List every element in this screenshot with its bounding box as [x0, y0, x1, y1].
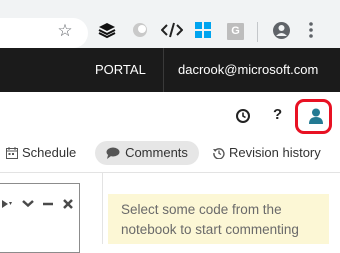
bookmark-star-icon[interactable]: ☆ — [56, 21, 74, 41]
browser-menu-icon[interactable] — [308, 21, 328, 41]
cell-toolbar — [0, 195, 78, 213]
tab-comments-label: Comments — [125, 145, 188, 160]
tab-schedule[interactable]: Schedule — [6, 143, 76, 163]
calendar-icon — [6, 147, 18, 159]
code-cell-panel[interactable] — [0, 183, 80, 253]
tabs-divider — [0, 172, 340, 173]
close-cell-icon — [63, 199, 73, 209]
history-icon — [213, 148, 225, 159]
windows-extension-icon[interactable] — [194, 21, 214, 41]
browser-profile-icon[interactable] — [272, 21, 292, 41]
layers-extension-icon[interactable] — [98, 21, 118, 41]
comment-icon — [106, 147, 120, 159]
clock-icon[interactable] — [235, 108, 253, 126]
tab-revision-history[interactable]: Revision history — [213, 143, 321, 163]
address-bar[interactable] — [0, 18, 88, 48]
panel-divider — [102, 173, 103, 244]
toolbar-divider — [257, 22, 258, 42]
user-email-link[interactable]: dacrook@microsoft.com — [178, 62, 318, 78]
tab-revision-label: Revision history — [229, 145, 321, 160]
g-extension-icon[interactable]: G — [227, 23, 244, 40]
portal-link[interactable]: PORTAL — [95, 62, 146, 78]
user-profile-icon[interactable] — [307, 107, 325, 125]
run-cell-icon — [2, 200, 12, 208]
code-extension-icon[interactable] — [161, 21, 183, 41]
comment-hint-text: Select some code from the notebook to st… — [121, 202, 299, 237]
collapse-icon — [22, 200, 34, 208]
help-icon[interactable]: ? — [273, 105, 282, 125]
tab-comments[interactable]: Comments — [95, 141, 199, 165]
header-divider — [163, 48, 164, 92]
circle-extension-icon[interactable] — [131, 21, 151, 41]
tab-schedule-label: Schedule — [22, 145, 77, 160]
